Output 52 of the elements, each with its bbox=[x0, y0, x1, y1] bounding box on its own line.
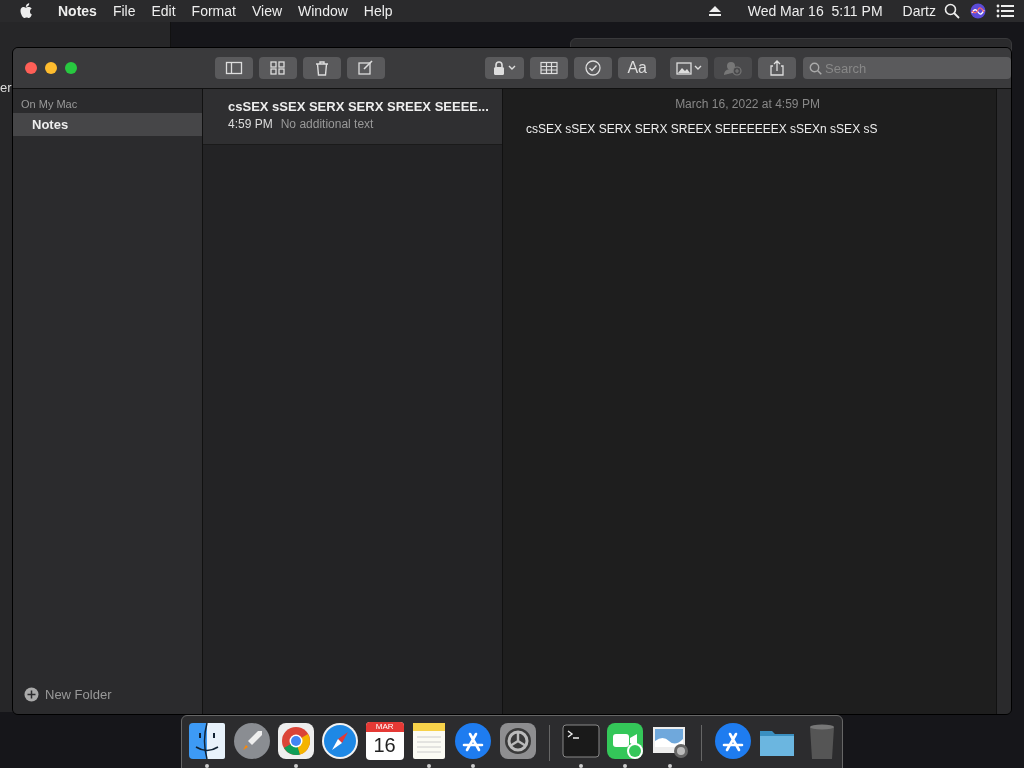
terminal-icon[interactable] bbox=[561, 721, 602, 761]
lock-icon bbox=[493, 61, 506, 75]
menu-item[interactable]: File bbox=[104, 3, 144, 19]
media-button[interactable] bbox=[670, 57, 708, 79]
menu-item[interactable]: View bbox=[243, 3, 291, 19]
search-icon[interactable] bbox=[944, 3, 960, 19]
gallery-button[interactable] bbox=[258, 57, 297, 79]
menu-clock[interactable]: Wed Mar 16 5:11 PM bbox=[739, 3, 891, 19]
user-name[interactable]: Dartz bbox=[894, 3, 944, 19]
menu-item[interactable]: Window bbox=[290, 3, 356, 19]
person-add-icon bbox=[722, 59, 744, 77]
menu-item[interactable]: Help bbox=[355, 3, 401, 19]
share-button[interactable] bbox=[758, 57, 796, 79]
chevron-icon bbox=[694, 65, 702, 71]
siri-icon[interactable] bbox=[970, 3, 986, 19]
delete-button[interactable] bbox=[302, 57, 341, 79]
finder-icon[interactable] bbox=[187, 721, 228, 761]
app-store-icon[interactable] bbox=[713, 721, 754, 761]
close-button[interactable] bbox=[25, 62, 37, 74]
table-icon bbox=[538, 59, 561, 77]
video-camera-icon[interactable] bbox=[605, 721, 646, 761]
chevron-icon bbox=[508, 65, 517, 71]
note-date: March 16, 2022 at 4:59 PM bbox=[674, 97, 821, 111]
rocket-icon[interactable] bbox=[231, 721, 272, 761]
compose-button[interactable] bbox=[346, 57, 385, 79]
menu-item[interactable]: Edit bbox=[143, 3, 184, 19]
list-icon[interactable] bbox=[996, 4, 1014, 18]
eject-icon[interactable] bbox=[707, 5, 722, 17]
calendar-icon[interactable]: MAR 16 bbox=[365, 722, 404, 760]
section-header: On My Mac bbox=[20, 97, 79, 112]
apple-logo-icon[interactable] bbox=[20, 3, 34, 19]
folder-item[interactable]: Notes bbox=[13, 113, 202, 136]
window-text: er bbox=[0, 80, 12, 95]
app-store-icon[interactable] bbox=[453, 721, 494, 761]
lock-button[interactable] bbox=[485, 57, 525, 79]
table-button[interactable] bbox=[530, 57, 569, 79]
sidebar-button[interactable] bbox=[214, 57, 253, 79]
app-menu[interactable]: Notes bbox=[50, 3, 105, 19]
zoom-button[interactable] bbox=[65, 62, 77, 74]
gear-icon[interactable] bbox=[497, 721, 538, 761]
photo-icon bbox=[676, 61, 692, 75]
note-item[interactable]: csSEX sSEX SERX SERX SREEX SEEEE... 4:59 PM No additional text bbox=[203, 89, 502, 145]
format-button[interactable]: Aa bbox=[618, 57, 657, 79]
search-icon bbox=[809, 62, 822, 75]
checklist-button[interactable] bbox=[574, 57, 613, 79]
new-folder-link[interactable]: New Folder bbox=[45, 687, 112, 702]
note-text[interactable]: csSEX sSEX SERX SERX SREEX SEEEEEEEX sSEXn sSEX sS bbox=[526, 122, 996, 136]
compass-icon[interactable] bbox=[320, 721, 361, 761]
minimize-button[interactable] bbox=[45, 62, 57, 74]
menu-item[interactable]: Format bbox=[183, 3, 244, 19]
plus-icon[interactable] bbox=[24, 687, 39, 702]
chrome-icon[interactable] bbox=[275, 721, 316, 761]
